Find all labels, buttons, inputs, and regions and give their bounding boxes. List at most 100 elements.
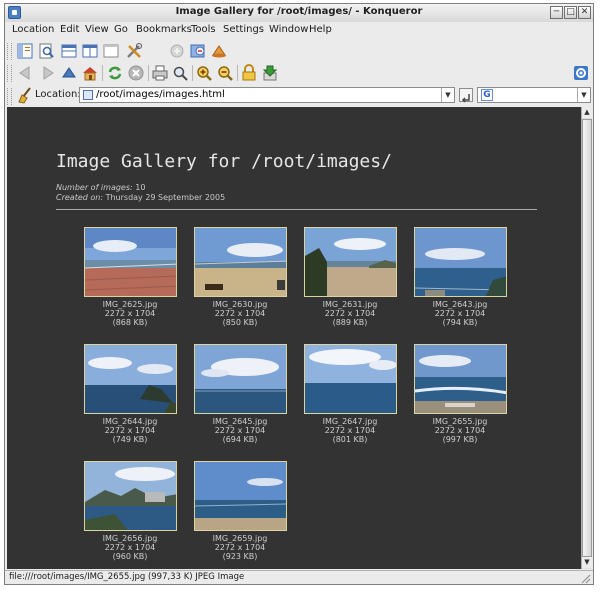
thumbnail-image[interactable] (414, 227, 507, 297)
new-window-icon[interactable] (102, 42, 120, 60)
vertical-scrollbar[interactable]: ▲ ▼ (581, 107, 592, 569)
back-arrow-icon[interactable] (16, 64, 34, 82)
image-filesize: (801 KB) (332, 435, 368, 444)
image-filename: IMG_2659.jpg (212, 534, 268, 543)
go-button[interactable] (459, 88, 473, 103)
image-filesize: (749 KB) (112, 435, 148, 444)
scroll-up-arrow-icon[interactable]: ▲ (582, 107, 592, 118)
find-icon[interactable] (171, 64, 189, 82)
menu-edit[interactable]: Edit (60, 24, 79, 35)
split-vertical-icon[interactable] (81, 42, 99, 60)
main-toolbar (5, 62, 593, 85)
created-on-label: Created on: (56, 193, 104, 202)
menu-location[interactable]: Location (12, 24, 54, 35)
url-text: /root/images/images.html (96, 89, 225, 100)
resize-grip-icon[interactable] (581, 574, 591, 584)
menu-bookmarks[interactable]: Bookmarks (136, 24, 192, 35)
thumbnail-image[interactable] (194, 461, 287, 531)
thumbnail-image[interactable] (414, 344, 507, 414)
menu-go[interactable]: Go (114, 24, 128, 35)
page-content: Image Gallery for /root/images/ Number o… (7, 107, 581, 569)
split-horizontal-icon[interactable] (60, 42, 78, 60)
image-filename: IMG_2644.jpg (102, 417, 158, 426)
image-filename: IMG_2645.jpg (212, 417, 268, 426)
menu-view[interactable]: View (85, 24, 109, 35)
cookie-icon[interactable] (189, 42, 207, 60)
webarchive-icon[interactable] (210, 42, 228, 60)
zoom-out-icon[interactable] (216, 64, 234, 82)
search-dropdown-icon[interactable]: ▼ (577, 88, 590, 102)
image-dimensions: 2272 x 1704 (324, 309, 376, 318)
web-search-input[interactable]: G ▼ (477, 87, 591, 103)
toolbar-separator (192, 65, 193, 81)
thumbnail-image[interactable] (304, 227, 397, 297)
image-filesize: (850 KB) (222, 318, 258, 327)
url-input[interactable]: /root/images/images.html ▼ (79, 87, 455, 103)
print-icon[interactable] (151, 64, 169, 82)
image-filesize: (794 KB) (442, 318, 478, 327)
image-dimensions: 2272 x 1704 (434, 309, 486, 318)
thumbnail-image[interactable] (84, 344, 177, 414)
image-count-value: 10 (135, 183, 146, 192)
image-count-line: Number of images: 10 (56, 183, 145, 192)
image-filesize: (997 KB) (442, 435, 478, 444)
url-history-dropdown-icon[interactable]: ▼ (441, 88, 454, 102)
location-label: Location: (35, 89, 81, 100)
maximize-button[interactable]: □ (564, 6, 577, 19)
title-bar[interactable]: Image Gallery for /root/images/ - Konque… (5, 4, 593, 23)
menu-bar: Location Edit View Go Bookmarks Tools Se… (5, 22, 593, 39)
menu-help[interactable]: Help (309, 24, 332, 35)
konqueror-gear-icon[interactable] (572, 64, 590, 82)
close-button[interactable]: ✕ (578, 6, 591, 19)
toolbar-separator (237, 65, 238, 81)
created-on-line: Created on: Thursday 29 September 2005 (56, 193, 225, 202)
forward-arrow-icon[interactable] (39, 64, 57, 82)
image-filename: IMG_2625.jpg (102, 300, 158, 309)
image-filesize: (868 KB) (112, 318, 148, 327)
image-filename: IMG_2630.jpg (212, 300, 268, 309)
reload-icon[interactable] (106, 64, 124, 82)
toolbar-handle[interactable] (7, 65, 12, 82)
menu-tools[interactable]: Tools (191, 24, 216, 35)
toolbar-handle[interactable] (7, 88, 12, 105)
location-bar: Location: /root/images/images.html ▼ G ▼ (5, 85, 593, 105)
image-filesize: (889 KB) (332, 318, 368, 327)
created-on-value: Thursday 29 September 2005 (105, 193, 226, 202)
image-dimensions: 2272 x 1704 (104, 543, 156, 552)
konqueror-window: Image Gallery for /root/images/ - Konque… (4, 3, 594, 585)
thumbnail-image[interactable] (194, 344, 287, 414)
security-lock-icon[interactable] (240, 64, 258, 82)
zoom-in-icon[interactable] (195, 64, 213, 82)
page-favicon-icon (83, 90, 93, 100)
tools-icon[interactable] (125, 42, 143, 60)
image-dimensions: 2272 x 1704 (434, 426, 486, 435)
image-filesize: (694 KB) (222, 435, 258, 444)
thumbnail-image[interactable] (84, 227, 177, 297)
image-filename: IMG_2647.jpg (322, 417, 378, 426)
plugin-disabled-icon[interactable] (168, 42, 186, 60)
image-dimensions: 2272 x 1704 (104, 426, 156, 435)
scrollbar-thumb[interactable] (582, 119, 592, 557)
scroll-down-arrow-icon[interactable]: ▼ (582, 557, 592, 568)
thumbnail-image[interactable] (304, 344, 397, 414)
preview-icon[interactable] (37, 42, 55, 60)
up-arrow-icon[interactable] (60, 64, 78, 82)
sidebar-toggle-icon[interactable] (16, 42, 34, 60)
image-filesize: (960 KB) (112, 552, 148, 561)
menu-window[interactable]: Window (269, 24, 308, 35)
google-search-icon[interactable]: G (481, 89, 493, 101)
image-dimensions: 2272 x 1704 (214, 426, 266, 435)
clear-location-broom-icon[interactable] (16, 86, 34, 104)
thumbnail-image[interactable] (84, 461, 177, 531)
thumbnail-image[interactable] (194, 227, 287, 297)
home-icon[interactable] (81, 64, 99, 82)
stop-icon[interactable] (127, 64, 145, 82)
extra-toolbar (5, 40, 593, 63)
toolbar-handle[interactable] (7, 43, 12, 60)
download-icon[interactable] (261, 64, 279, 82)
menu-settings[interactable]: Settings (223, 24, 264, 35)
image-dimensions: 2272 x 1704 (104, 309, 156, 318)
toolbar-separator (148, 65, 149, 81)
minimize-button[interactable]: ─ (550, 6, 563, 19)
image-filesize: (923 KB) (222, 552, 258, 561)
